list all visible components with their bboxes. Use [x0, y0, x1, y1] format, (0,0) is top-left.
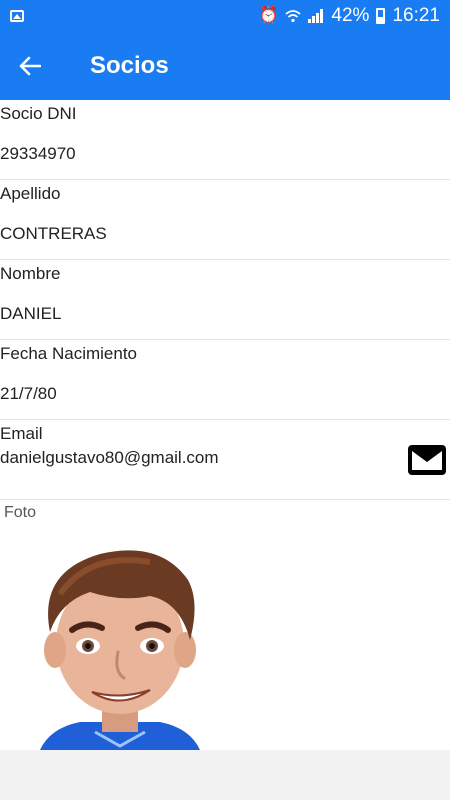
dni-value: 29334970 [0, 144, 76, 163]
email-label: Email [0, 424, 43, 443]
field-fecha-nacimiento: Fecha Nacimiento 21/7/80 [0, 340, 450, 420]
field-email: Email danielgustavo80@gmail.com [0, 420, 450, 500]
wifi-icon [285, 10, 301, 23]
send-email-button[interactable] [408, 445, 446, 475]
apellido-label: Apellido [0, 184, 61, 203]
fecha-nacimiento-value: 21/7/80 [0, 384, 57, 403]
gallery-icon [10, 10, 24, 22]
foto-label: Foto [4, 504, 37, 521]
status-bar: ⏰ 42% 16:21 [0, 0, 450, 32]
battery-icon [376, 8, 386, 24]
mail-icon [411, 449, 443, 471]
arrow-left-icon [19, 56, 41, 76]
back-button[interactable] [0, 32, 60, 100]
clock: 16:21 [392, 5, 440, 26]
socio-details: Socio DNI 29334970 Apellido CONTRERAS No… [0, 100, 450, 750]
nombre-value: DANIEL [0, 304, 62, 323]
dni-label: Socio DNI [0, 104, 77, 123]
apellido-value: CONTRERAS [0, 224, 107, 243]
email-value[interactable]: danielgustavo80@gmail.com [0, 448, 219, 468]
field-dni: Socio DNI 29334970 [0, 100, 450, 180]
page-title: Socios [90, 52, 169, 79]
battery-percent: 42% [331, 5, 370, 26]
bottom-area [0, 750, 450, 800]
field-apellido: Apellido CONTRERAS [0, 180, 450, 260]
status-indicators: ⏰ 42% 16:21 [259, 5, 441, 27]
signal-icon [308, 9, 324, 23]
alarm-icon: ⏰ [258, 7, 279, 24]
fecha-nacimiento-label: Fecha Nacimiento [0, 344, 138, 363]
field-nombre: Nombre DANIEL [0, 260, 450, 340]
app-bar: Socios [0, 32, 450, 100]
nombre-label: Nombre [0, 264, 61, 283]
avatar-photo [40, 550, 200, 750]
